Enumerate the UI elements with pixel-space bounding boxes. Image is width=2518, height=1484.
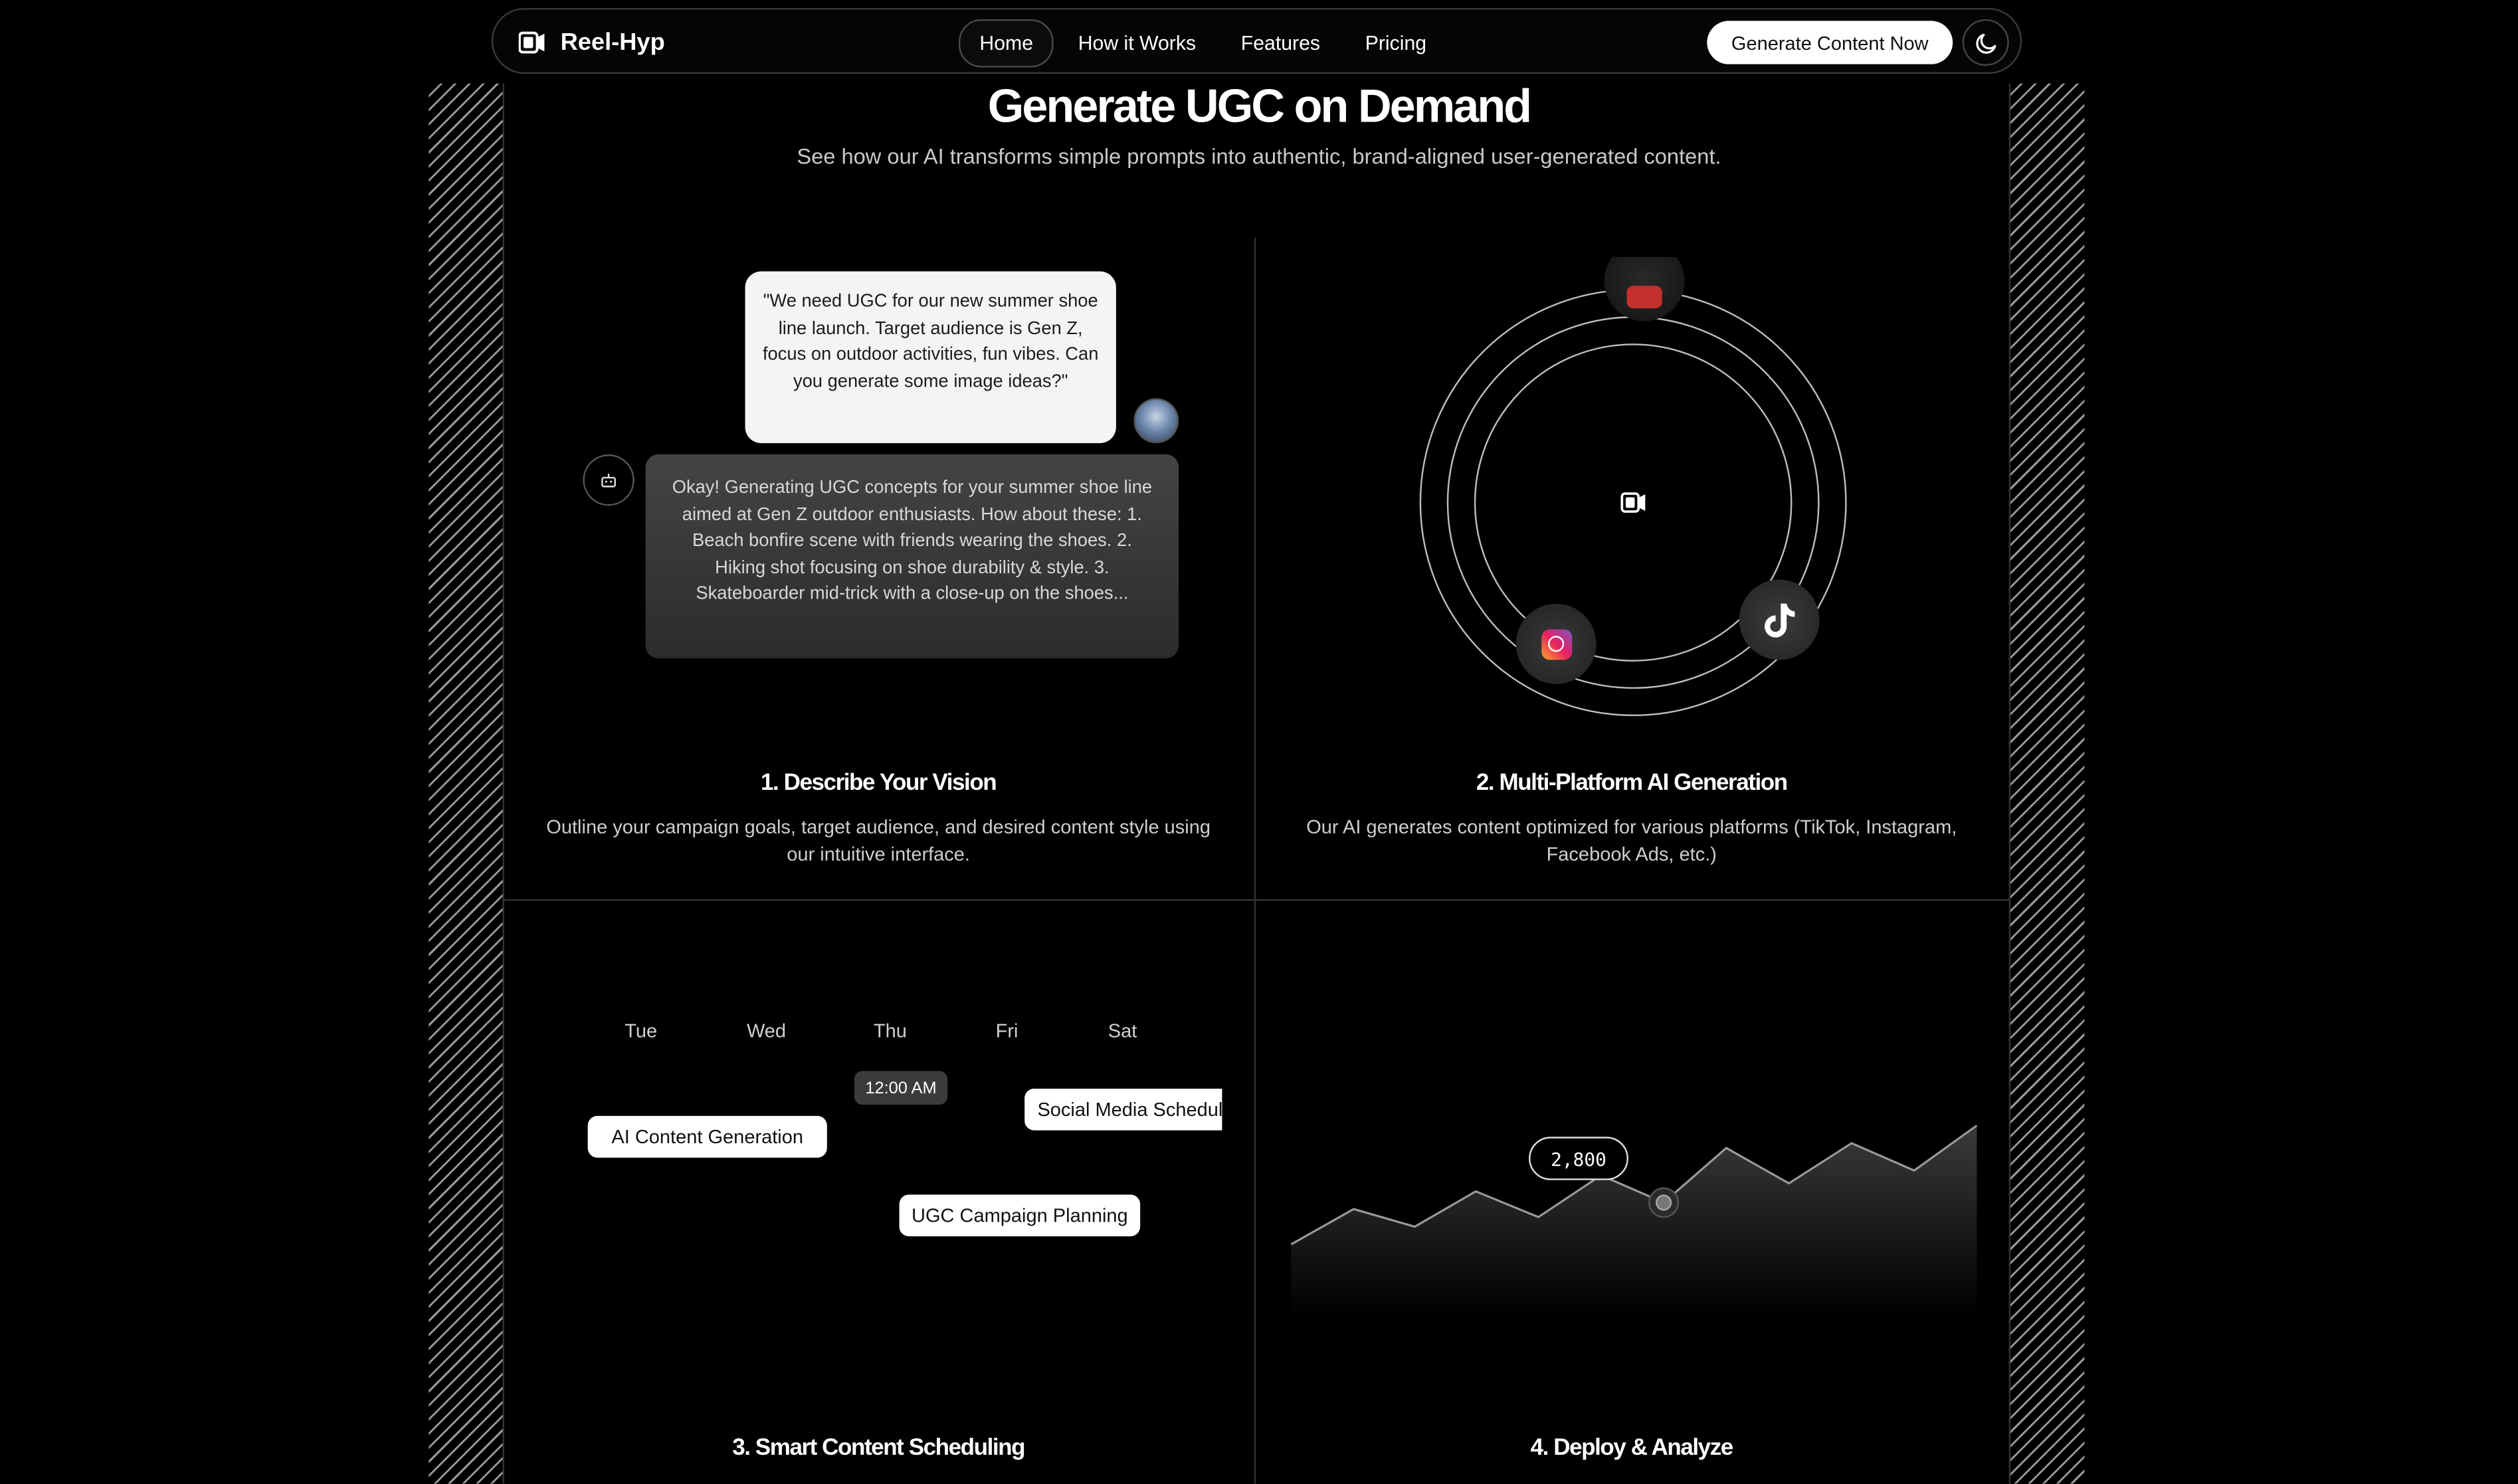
youtube-icon (1626, 286, 1662, 309)
center-logo-icon (1620, 492, 1646, 513)
tiktok-icon (1764, 603, 1795, 638)
theme-toggle-button[interactable] (1962, 19, 2009, 66)
brand-name: Reel-Hyp (560, 29, 665, 56)
chart-value-tooltip: 2,800 (1529, 1137, 1628, 1180)
event-clip: Social Media Scheduling (1024, 1088, 1222, 1132)
nav-link-features[interactable]: Features (1220, 19, 1341, 68)
frame-line-right (2008, 83, 2011, 1484)
generate-content-button[interactable]: Generate Content Now (1707, 21, 1953, 64)
section-title: Generate UGC on Demand (987, 82, 1532, 134)
logo-icon (518, 31, 545, 54)
right-hatch-decoration (2008, 83, 2085, 1484)
moon-icon (1975, 33, 1996, 53)
nav-link-how-it-works[interactable]: How it Works (1057, 19, 1216, 68)
youtube-badge[interactable] (1604, 256, 1685, 322)
event-ai-content-generation[interactable]: AI Content Generation (587, 1115, 827, 1158)
brand[interactable]: Reel-Hyp (518, 10, 665, 76)
tiktok-badge[interactable] (1739, 579, 1820, 660)
event-social-media-scheduling[interactable]: Social Media Scheduling (1024, 1088, 1222, 1131)
step3-title: 3. Smart Content Scheduling (732, 1435, 1025, 1461)
analytics-area-chart (1290, 1125, 1978, 1381)
day-label-thu: Thu (873, 1019, 907, 1042)
step2-desc-line2: Facebook Ads, etc.) (1546, 842, 1717, 865)
ai-message-bubble: Okay! Generating UGC concepts for your s… (645, 454, 1179, 659)
step4-title: 4. Deploy & Analyze (1530, 1435, 1734, 1461)
step2-desc-line1: Our AI generates content optimized for v… (1306, 815, 1957, 838)
user-message-bubble: "We need UGC for our new summer shoe lin… (745, 271, 1116, 444)
user-avatar (1133, 398, 1179, 444)
bot-icon (601, 474, 616, 488)
nav-link-home[interactable]: Home (959, 19, 1054, 68)
day-label-fri: Fri (995, 1019, 1018, 1042)
bot-avatar (583, 454, 634, 506)
instagram-icon (1541, 628, 1572, 660)
step2-title: 2. Multi-Platform AI Generation (1476, 771, 1788, 796)
step1-desc-line1: Outline your campaign goals, target audi… (546, 815, 1211, 838)
event-ugc-campaign-planning[interactable]: UGC Campaign Planning (899, 1194, 1141, 1237)
step1-description: Outline your campaign goals, target audi… (503, 814, 1254, 867)
day-label-tue: Tue (625, 1019, 658, 1042)
nav-link-pricing[interactable]: Pricing (1344, 19, 1447, 68)
frame-line-middle (502, 899, 2009, 901)
instagram-badge[interactable] (1515, 603, 1597, 684)
chart-cursor-point (1656, 1194, 1672, 1211)
page: Reel-Hyp Home How it Works Features Pric… (0, 0, 2518, 1484)
left-hatch-decoration (429, 83, 504, 1484)
top-navbar: Reel-Hyp Home How it Works Features Pric… (491, 8, 2022, 76)
section-subtitle: See how our AI transforms simple prompts… (797, 144, 1721, 169)
step2-description: Our AI generates content optimized for v… (1254, 814, 2009, 867)
day-label-wed: Wed (746, 1019, 787, 1042)
day-label-sat: Sat (1108, 1019, 1137, 1042)
time-indicator: 12:00 AM (854, 1071, 948, 1105)
step1-title: 1. Describe Your Vision (760, 771, 997, 796)
step1-desc-line2: our intuitive interface. (787, 842, 970, 865)
nav-links: Home How it Works Features Pricing (959, 19, 1450, 68)
youtube-badge-clip (1599, 256, 1689, 334)
